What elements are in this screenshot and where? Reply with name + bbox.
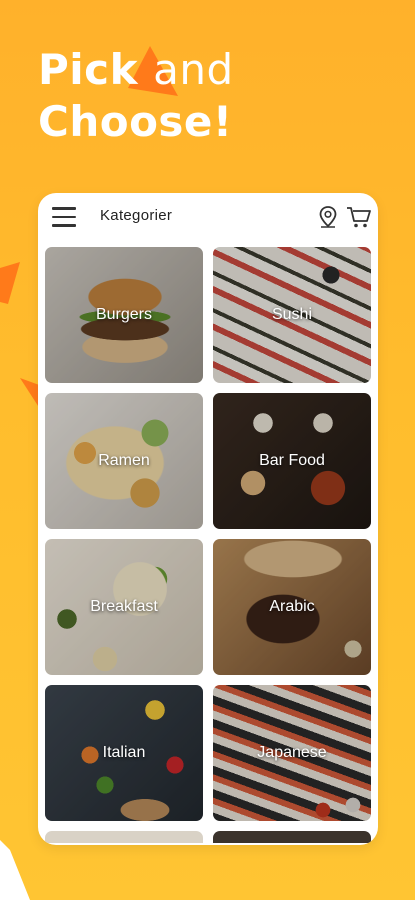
category-card-arabic[interactable]: Arabic [213,539,371,675]
category-card-japanese[interactable]: Japanese [213,685,371,821]
category-card-ramen[interactable]: Ramen [45,393,203,529]
category-card-sushi[interactable]: Sushi [213,247,371,383]
category-card-partial[interactable] [45,831,203,843]
menu-icon[interactable] [52,207,76,227]
category-card-burgers[interactable]: Burgers [45,247,203,383]
category-card-bar-food[interactable]: Bar Food [213,393,371,529]
category-card-partial[interactable] [213,831,371,843]
decorative-white-shape [0,840,30,900]
category-card-italian[interactable]: Italian [45,685,203,821]
decorative-triangle-left [0,262,20,304]
app-bar: Kategorier [38,193,378,241]
category-label: Ramen [98,452,150,469]
shopping-cart-icon[interactable] [346,205,372,229]
category-label: Arabic [269,598,315,615]
headline-pick: Pick [38,45,154,94]
headline: Pick and Choose! [38,44,234,148]
category-card-breakfast[interactable]: Breakfast [45,539,203,675]
category-label: Japanese [257,744,327,761]
category-label: Burgers [95,306,153,323]
category-label: Breakfast [90,598,158,615]
category-label: Italian [102,744,146,761]
category-label: Bar Food [259,452,325,469]
category-label: Sushi [271,306,313,323]
location-pin-icon[interactable] [317,205,339,229]
phone-screen: Kategorier Burgers Sushi Ramen Bar Food [38,193,378,845]
app-bar-title: Kategorier [100,207,173,224]
headline-and: and [153,45,234,94]
headline-choose: Choose! [38,97,233,146]
